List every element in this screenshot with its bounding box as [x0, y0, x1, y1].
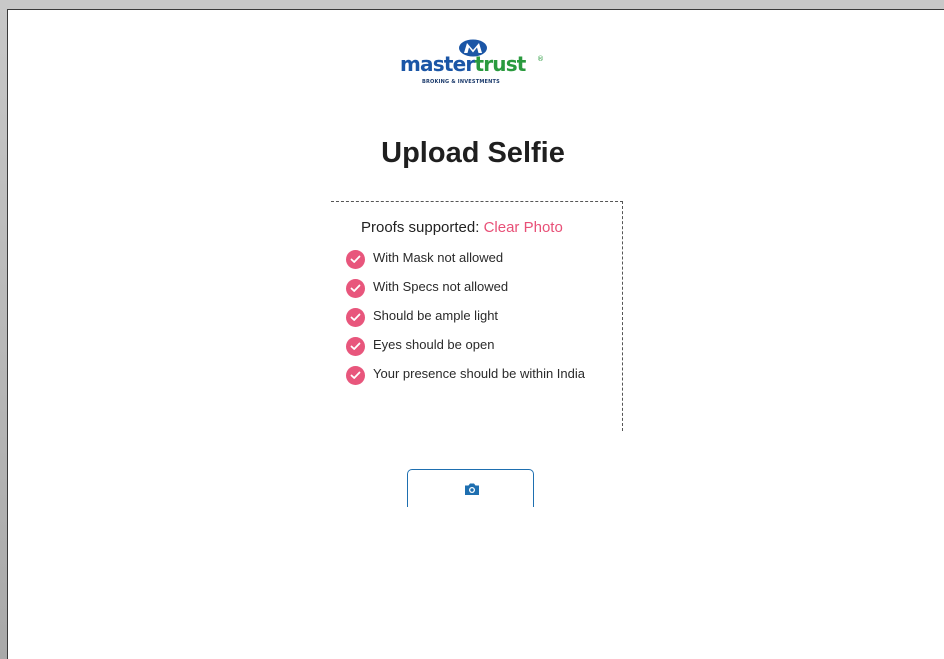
proofs-heading: Proofs supported: Clear Photo: [361, 218, 563, 238]
check-icon: [346, 308, 365, 327]
requirement-item: Your presence should be within India: [346, 365, 596, 385]
logo-registered-mark: ®: [537, 55, 544, 63]
proofs-heading-label: Proofs supported:: [361, 219, 484, 236]
logo-wordmark: mastertrust: [400, 52, 526, 76]
requirement-label: With Specs not allowed: [373, 279, 509, 294]
capture-selfie-button[interactable]: [407, 469, 534, 507]
requirement-item: With Mask not allowed: [346, 249, 596, 269]
logo-word-trust: trust: [474, 52, 526, 76]
requirement-label: Should be ample light: [373, 308, 499, 323]
check-icon: [346, 250, 365, 269]
proofs-box: Proofs supported: Clear Photo With Mask …: [331, 201, 623, 431]
requirement-label: Eyes should be open: [373, 337, 495, 352]
requirement-item: With Specs not allowed: [346, 278, 596, 298]
mastertrust-logo: mastertrust ® BROKING & INVESTMENTS: [400, 39, 550, 91]
camera-icon: [465, 483, 479, 495]
requirement-label: Your presence should be within India: [373, 366, 585, 381]
check-icon: [346, 366, 365, 385]
requirement-label: With Mask not allowed: [373, 250, 504, 265]
check-icon: [346, 337, 365, 356]
requirement-item: Should be ample light: [346, 307, 596, 327]
requirements-list: With Mask not allowed With Specs not allo…: [346, 249, 596, 394]
page-title: Upload Selfie: [381, 137, 565, 169]
window-frame: mastertrust ® BROKING & INVESTMENTS Uplo…: [0, 0, 944, 659]
logo-word-master: master: [400, 52, 475, 76]
logo-tagline: BROKING & INVESTMENTS: [422, 79, 500, 85]
check-icon: [346, 279, 365, 298]
proofs-heading-accent: Clear Photo: [483, 219, 563, 236]
requirement-item: Eyes should be open: [346, 336, 596, 356]
page-content: mastertrust ® BROKING & INVESTMENTS Uplo…: [7, 9, 944, 659]
